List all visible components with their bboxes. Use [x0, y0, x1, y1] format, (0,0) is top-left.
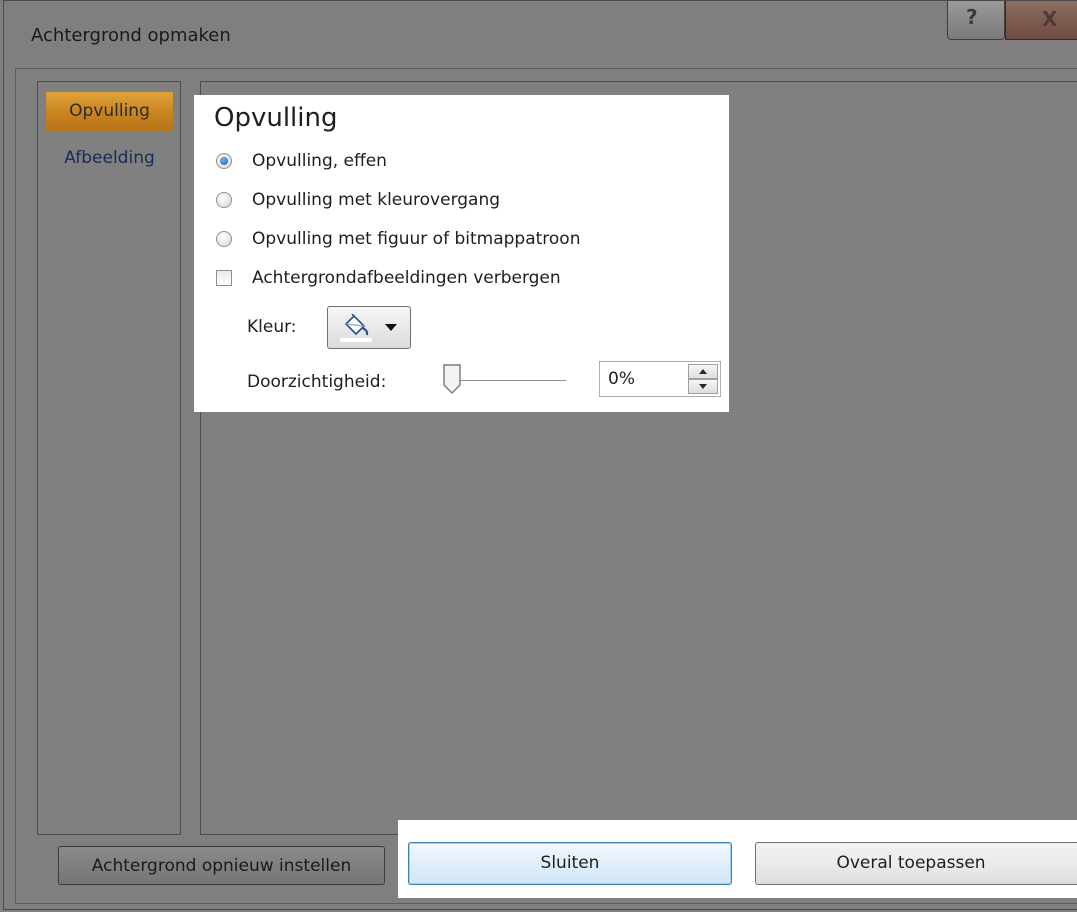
radio-label: Opvulling met figuur of bitmappatroon: [252, 229, 581, 249]
transparency-value[interactable]: 0%: [608, 369, 635, 389]
close-icon: X: [1042, 7, 1058, 31]
checkbox-label: Achtergrondafbeeldingen verbergen: [252, 268, 561, 288]
apply-to-all-button[interactable]: Overal toepassen: [755, 842, 1077, 885]
transparency-label: Doorzichtigheid:: [247, 372, 387, 392]
help-icon: ?: [966, 5, 978, 29]
transparency-input[interactable]: 0%: [599, 361, 721, 397]
paint-bucket-icon: [344, 314, 369, 336]
transparency-slider-thumb[interactable]: [442, 363, 462, 395]
color-label: Kleur:: [247, 317, 297, 337]
chevron-down-icon: [385, 324, 397, 331]
spin-up-button[interactable]: [688, 364, 718, 379]
fill-color-dropdown[interactable]: [327, 306, 411, 349]
radio-indicator-selected[interactable]: [216, 153, 232, 169]
color-swatch: [340, 338, 372, 342]
section-title: Opvulling: [214, 103, 338, 133]
transparency-slider-track[interactable]: [450, 380, 566, 381]
nav-item-label: Afbeelding: [64, 148, 155, 168]
title-bar: Achtergrond opmaken ? X: [4, 1, 1077, 69]
category-nav: [37, 81, 181, 835]
window-title: Achtergrond opmaken: [31, 25, 231, 46]
reset-background-button[interactable]: Achtergrond opnieuw instellen: [58, 846, 385, 885]
close-button[interactable]: Sluiten: [408, 842, 732, 885]
help-button[interactable]: ?: [947, 1, 1005, 40]
button-label: Achtergrond opnieuw instellen: [91, 856, 352, 876]
checkbox-indicator[interactable]: [216, 270, 232, 286]
radio-label: Opvulling, effen: [252, 151, 387, 171]
nav-item-label: Opvulling: [69, 101, 150, 121]
nav-item-opvulling[interactable]: Opvulling: [45, 91, 174, 131]
radio-indicator[interactable]: [216, 192, 232, 208]
radio-indicator[interactable]: [216, 231, 232, 247]
radio-label: Opvulling met kleurovergang: [252, 190, 501, 210]
button-label: Overal toepassen: [836, 853, 986, 873]
nav-item-afbeelding[interactable]: Afbeelding: [45, 145, 174, 175]
close-window-button[interactable]: X: [1005, 1, 1077, 40]
spin-down-button[interactable]: [688, 379, 718, 394]
button-label: Sluiten: [540, 853, 600, 873]
